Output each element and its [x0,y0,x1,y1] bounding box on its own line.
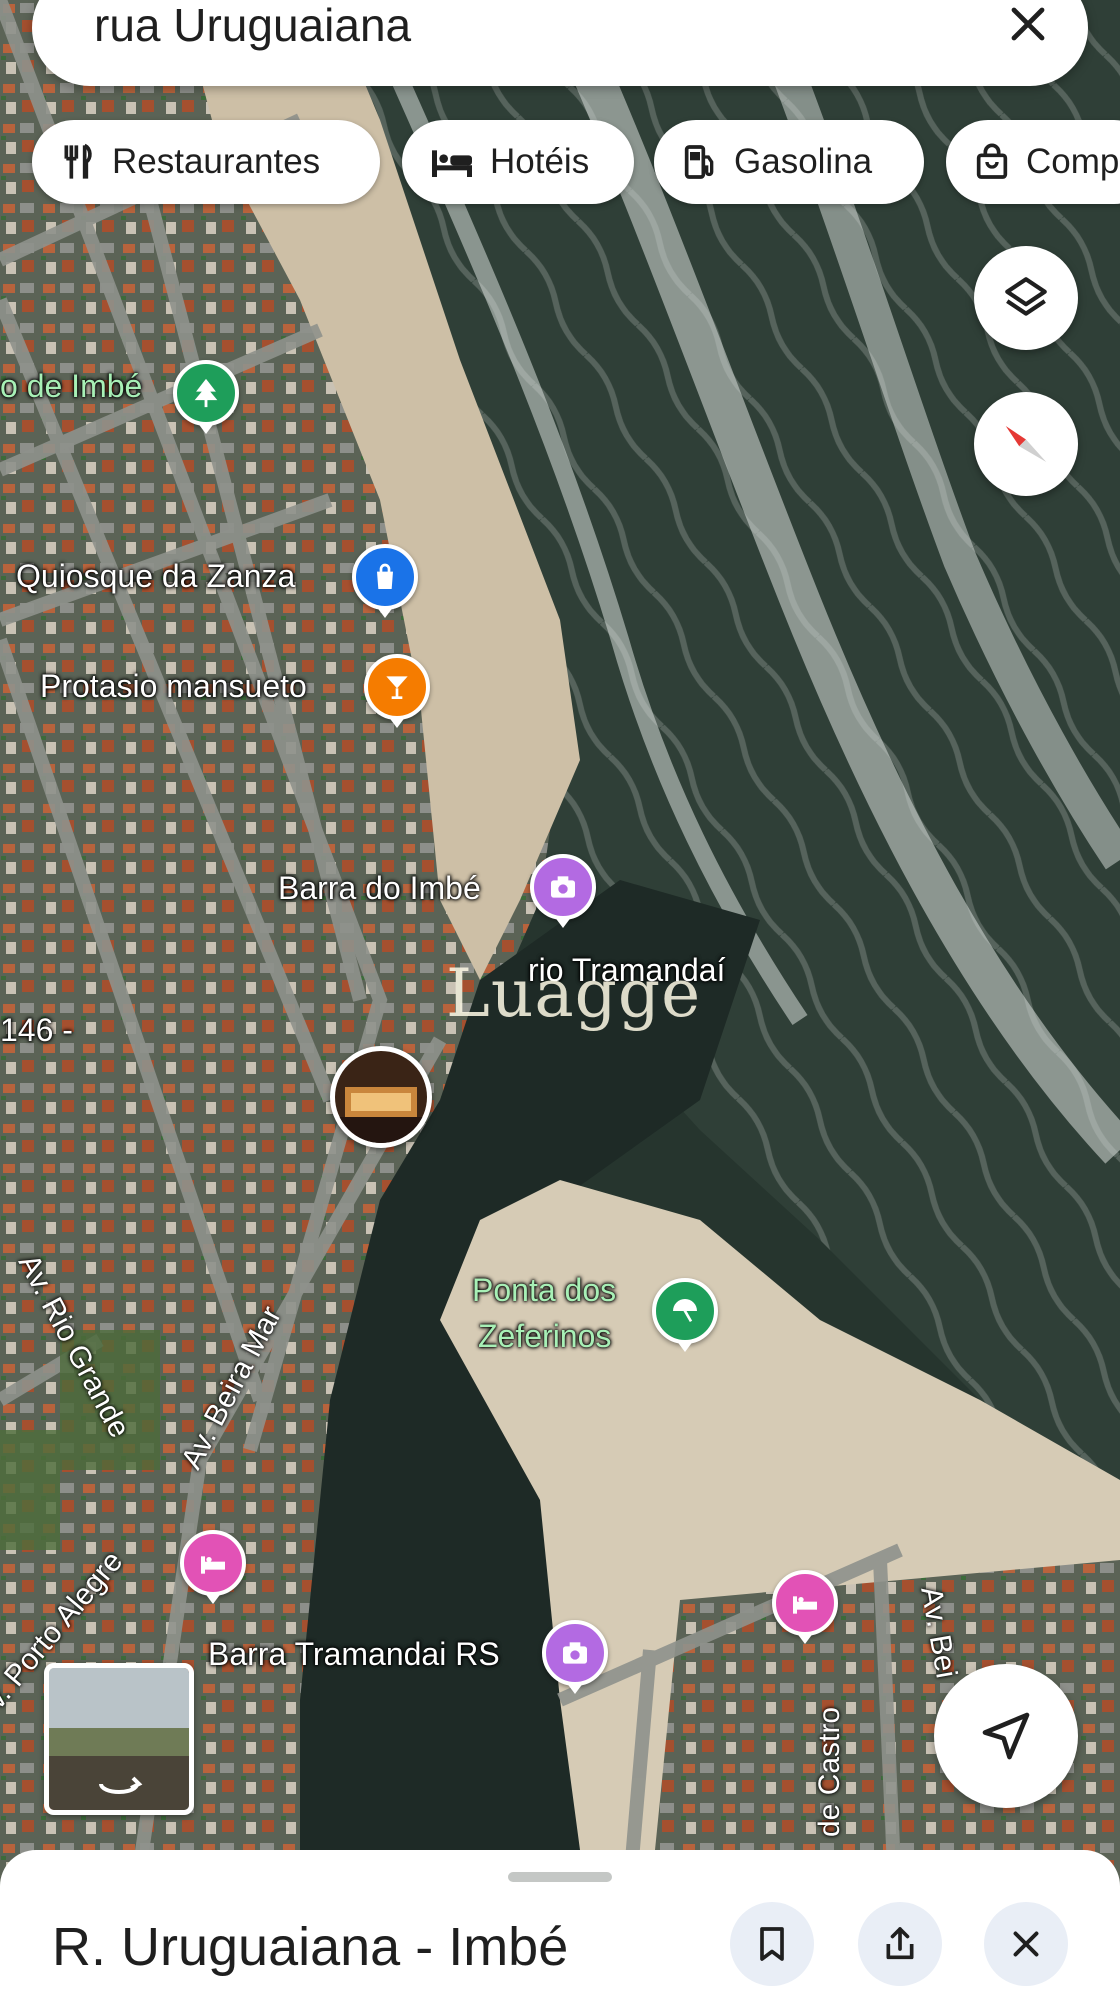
chip-hotels[interactable]: Hotéis [402,120,634,204]
cocktail-icon [386,676,408,699]
barra-tramandai-label[interactable]: Barra Tramandai RS [208,1636,500,1673]
place-title: R. Uruguaiana - Imbé [52,1917,569,1977]
street-view-preview [49,1668,189,1810]
shopping-bag-icon [976,143,1008,179]
compass-button[interactable] [974,392,1078,496]
bed-icon [793,1596,817,1614]
gas-station-icon [684,145,714,179]
barra-tramandai-pin[interactable] [542,1620,608,1686]
chip-label: Gasolina [734,142,873,181]
road-label-castro: de Castro [813,1706,846,1837]
chip-shopping[interactable]: Comp [946,120,1120,204]
shopping-bag-icon [377,563,393,589]
chip-gas[interactable]: Gasolina [654,120,924,204]
hotel-pin-west[interactable] [180,1530,246,1596]
ponta-line1-label[interactable]: Ponta dos [472,1272,616,1309]
ponta-line2-label[interactable]: Zeferinos [478,1318,611,1355]
kiosk-pin[interactable] [352,544,418,610]
watermark: Luagge [446,955,702,1032]
camera-icon [551,876,575,898]
chip-label: Hotéis [490,142,590,181]
chip-label: Comp [1026,142,1120,181]
bar-pin[interactable] [364,654,430,720]
hotel-pin-east[interactable] [772,1570,838,1636]
kiosk-label[interactable]: Quiosque da Zanza [16,558,295,595]
share-icon [886,1927,914,1960]
layers-icon [1005,277,1047,316]
park-pin[interactable] [173,360,239,426]
bar-label[interactable]: Protasio mansueto [40,668,307,705]
navigation-arrow-icon [982,1712,1030,1760]
umbrella-icon [673,1299,697,1323]
street-view-thumbnail[interactable] [44,1663,194,1815]
close-icon [1013,1931,1039,1957]
save-button[interactable] [730,1902,814,1986]
hotel-icon [432,150,472,177]
bed-icon [201,1556,225,1574]
bookmark-icon [760,1927,784,1961]
share-button[interactable] [858,1902,942,1986]
directions-button[interactable] [934,1664,1078,1808]
barra-imbe-label[interactable]: Barra do Imbé [278,870,481,907]
layers-button[interactable] [974,246,1078,350]
camera-icon [563,1642,587,1664]
park-label[interactable]: o de Imbé [0,368,142,405]
barra-imbe-pin[interactable] [530,854,596,920]
place-photo-pin[interactable] [330,1046,432,1148]
search-bar[interactable]: rua Uruguaiana [32,0,1088,86]
compass-icon [1005,426,1047,462]
beach-pin[interactable] [652,1278,718,1344]
close-icon[interactable] [1004,0,1052,48]
place-bottom-sheet[interactable]: R. Uruguaiana - Imbé [0,1850,1120,2000]
search-query[interactable]: rua Uruguaiana [94,0,411,52]
tree-icon [194,378,218,408]
drag-handle[interactable] [508,1872,612,1882]
restaurant-icon [64,143,92,179]
road-146-label: 146 - [0,1012,73,1048]
chip-restaurants[interactable]: Restaurantes [32,120,380,204]
close-sheet-button[interactable] [984,1902,1068,1986]
chip-label: Restaurantes [112,142,321,181]
